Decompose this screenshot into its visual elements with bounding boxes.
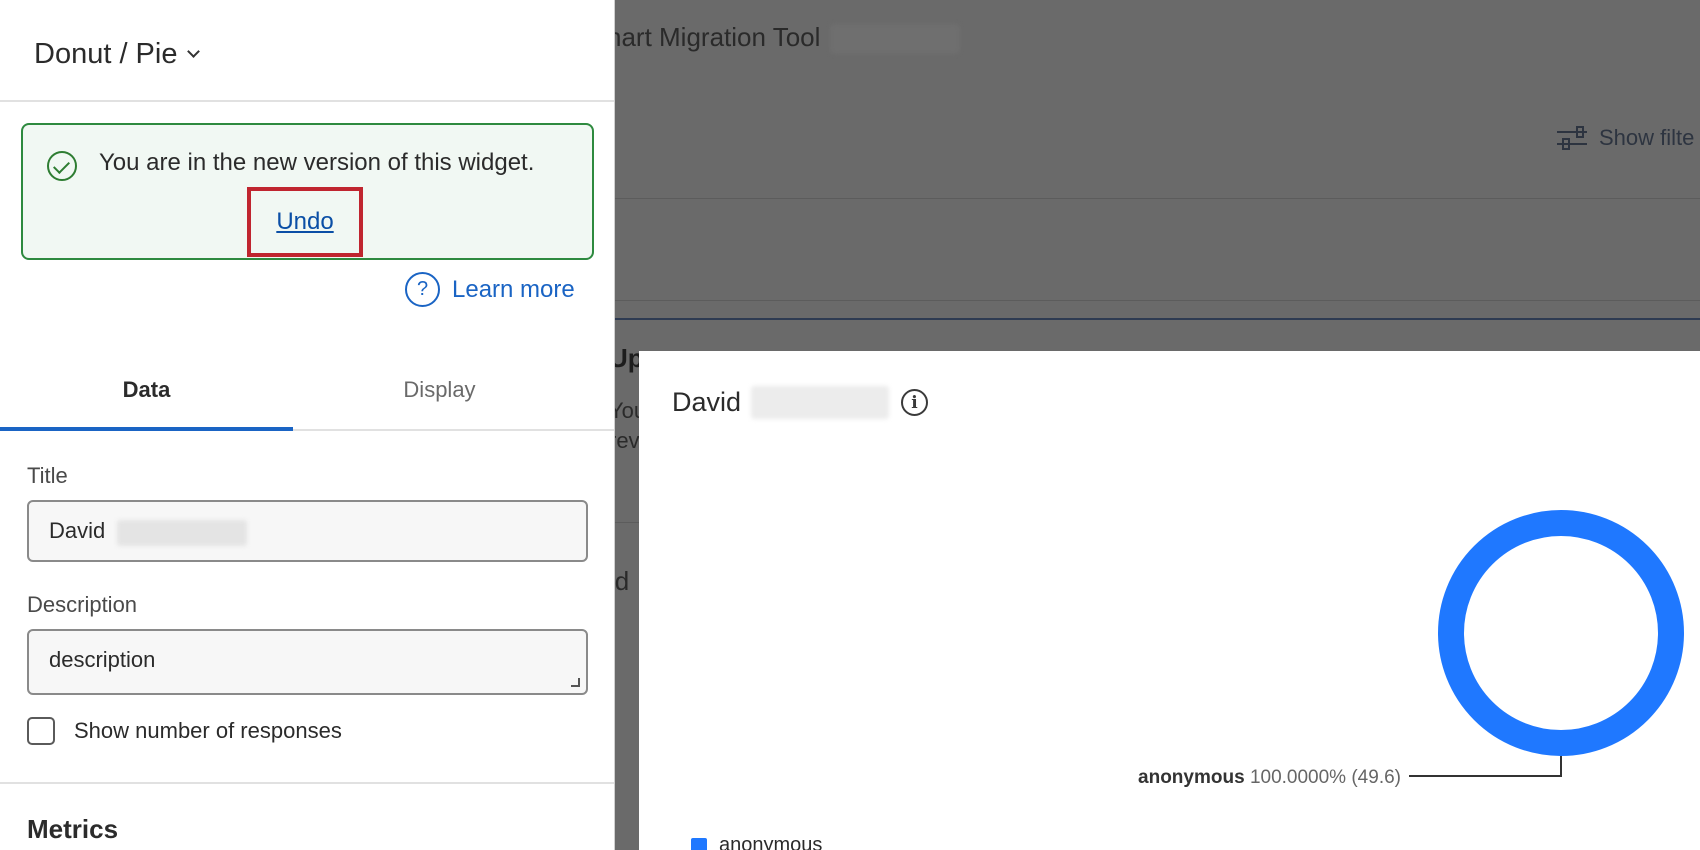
donut-slice-anonymous[interactable]	[1438, 510, 1684, 756]
chart-widget-preview: David i anonymous 100.0000% (49.6) anony…	[639, 351, 1700, 850]
config-tabs: Data Display	[0, 350, 614, 431]
widget-config-panel: Donut / Pie You are in the new version o…	[0, 0, 615, 850]
dashboard-title: hart Migration Tool	[615, 22, 961, 55]
undo-link[interactable]: Undo	[276, 208, 333, 236]
notice-message: You are in the new version of this widge…	[99, 149, 535, 176]
new-version-notice: You are in the new version of this widge…	[21, 123, 594, 260]
slice-label: anonymous 100.0000% (49.6)	[1138, 767, 1401, 788]
check-circle-icon	[47, 151, 77, 181]
slice-label-category: anonymous	[1138, 767, 1250, 788]
widget-type-dropdown[interactable]: Donut / Pie	[34, 38, 201, 71]
show-responses-label: Show number of responses	[74, 718, 342, 743]
learn-more-label: Learn more	[452, 275, 575, 303]
tab-data[interactable]: Data	[0, 350, 293, 431]
panel-header: Donut / Pie	[0, 0, 614, 102]
section-divider	[0, 782, 614, 784]
description-input[interactable]: description	[49, 631, 586, 693]
slice-label-value: 100.0000% (49.6)	[1250, 767, 1401, 788]
chevron-down-icon	[187, 45, 201, 58]
legend-label: anonymous	[719, 834, 823, 850]
learn-more-link[interactable]: ? Learn more	[405, 272, 575, 307]
title-field-wrapper	[27, 500, 588, 562]
chart-legend: anonymous	[691, 834, 822, 850]
leader-line	[1409, 756, 1562, 777]
redacted-name	[117, 520, 247, 546]
undo-highlight: Undo	[247, 187, 363, 257]
help-circle-icon: ?	[405, 272, 440, 307]
donut-chart: anonymous 100.0000% (49.6)	[1138, 510, 1684, 788]
description-label: Description	[27, 592, 138, 617]
filter-sliders-icon	[1557, 126, 1587, 150]
show-responses-option[interactable]: Show number of responses	[27, 717, 342, 745]
resize-handle-icon[interactable]	[571, 678, 580, 687]
metrics-heading: Metrics	[27, 814, 119, 844]
show-filters-button[interactable]: Show filte	[1555, 124, 1694, 152]
widget-type-label: Donut / Pie	[34, 38, 178, 70]
background-item-label: id	[615, 566, 630, 596]
tab-display[interactable]: Display	[293, 350, 586, 429]
show-responses-checkbox[interactable]	[27, 717, 55, 745]
legend-swatch	[691, 837, 707, 850]
description-field-wrapper: description	[27, 629, 588, 695]
title-label: Title	[27, 463, 68, 488]
